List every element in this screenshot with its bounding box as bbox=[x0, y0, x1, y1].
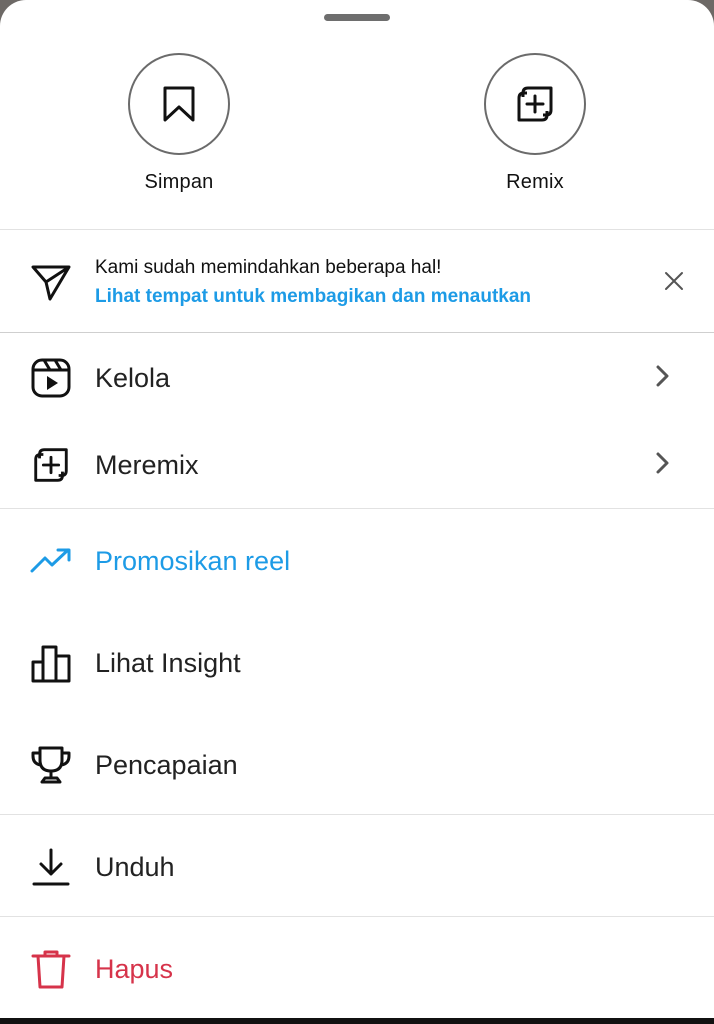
remix-button[interactable] bbox=[484, 53, 586, 155]
save-label: Simpan bbox=[144, 171, 214, 193]
menu-item-unduh[interactable]: Unduh bbox=[0, 822, 714, 912]
chevron-right-icon bbox=[654, 451, 670, 480]
remix-icon bbox=[517, 86, 553, 122]
trophy-icon bbox=[30, 744, 72, 786]
menu-label: Pencapaian bbox=[95, 749, 238, 780]
trending-up-icon bbox=[30, 540, 72, 582]
remix-label: Remix bbox=[506, 171, 564, 193]
drag-handle[interactable] bbox=[324, 14, 390, 21]
menu-label: Kelola bbox=[95, 362, 171, 393]
menu-label: Lihat Insight bbox=[95, 647, 241, 678]
menu-item-lihat-insight[interactable]: Lihat Insight bbox=[0, 618, 714, 708]
divider bbox=[0, 814, 714, 815]
notice-banner[interactable]: Kami sudah memindahkan beberapa hal! Lih… bbox=[0, 230, 714, 332]
menu-label: Unduh bbox=[95, 851, 175, 882]
trash-icon bbox=[30, 948, 72, 990]
menu-item-meremix[interactable]: Meremix bbox=[0, 420, 714, 510]
notice-text: Kami sudah memindahkan beberapa hal! bbox=[95, 257, 442, 278]
chevron-right-icon bbox=[654, 364, 670, 393]
menu-label: Promosikan reel bbox=[95, 545, 291, 576]
download-icon bbox=[30, 846, 72, 888]
close-icon[interactable] bbox=[662, 269, 686, 298]
menu-item-hapus[interactable]: Hapus bbox=[0, 924, 714, 1014]
divider bbox=[0, 916, 714, 917]
menu-label: Hapus bbox=[95, 953, 174, 984]
menu-item-pencapaian[interactable]: Pencapaian bbox=[0, 720, 714, 810]
save-button[interactable] bbox=[128, 53, 230, 155]
notice-link[interactable]: Lihat tempat untuk membagikan dan menaut… bbox=[95, 286, 531, 308]
bottom-sheet: Simpan Remix Kami sudah memindahkan bebe… bbox=[0, 0, 714, 1024]
remix-action[interactable]: Remix bbox=[484, 53, 586, 194]
send-icon bbox=[30, 262, 72, 307]
bar-chart-icon bbox=[30, 642, 72, 684]
menu-item-kelola[interactable]: Kelola bbox=[0, 333, 714, 423]
remix-icon bbox=[30, 444, 72, 486]
reels-icon bbox=[30, 357, 72, 399]
menu-label: Meremix bbox=[95, 449, 199, 480]
bookmark-icon bbox=[163, 86, 195, 122]
navigation-bar bbox=[0, 1018, 714, 1024]
menu-item-promosikan-reel[interactable]: Promosikan reel bbox=[0, 516, 714, 606]
save-action[interactable]: Simpan bbox=[128, 53, 230, 194]
divider bbox=[0, 508, 714, 509]
